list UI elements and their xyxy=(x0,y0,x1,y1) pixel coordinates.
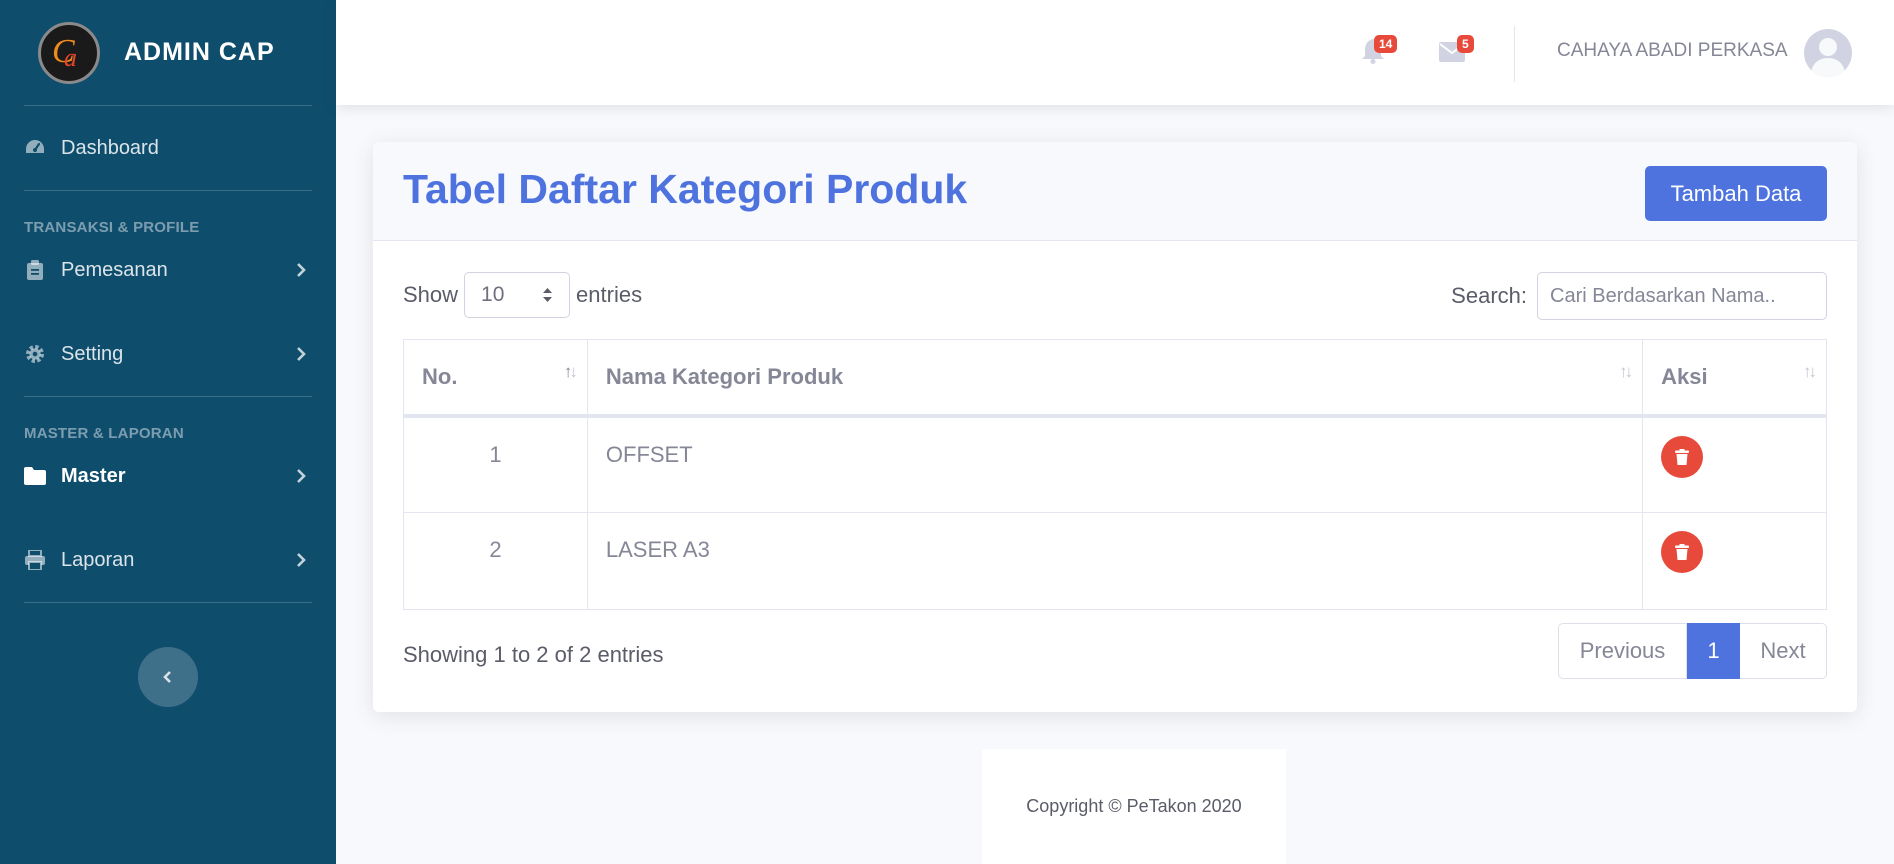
table-header-row: No. ↑↓ Nama Kategori Produk ↑↓ Aksi ↑↓ xyxy=(403,339,1827,418)
chevron-right-icon xyxy=(297,469,306,483)
pagination-previous[interactable]: Previous xyxy=(1558,623,1687,679)
sidebar-divider xyxy=(24,602,312,603)
sidebar-item-label: Dashboard xyxy=(61,136,159,159)
sidebar-item-dashboard[interactable]: Dashboard xyxy=(0,106,336,190)
table-row: 1 OFFSET xyxy=(403,415,1827,513)
sidebar-toggle-button[interactable] xyxy=(138,647,198,707)
search-label: Search: xyxy=(1451,283,1527,308)
brand-logo: Ca xyxy=(38,21,100,84)
table-search: Search: xyxy=(1451,272,1827,320)
printer-icon xyxy=(24,549,46,571)
column-header-nama[interactable]: Nama Kategori Produk ↑↓ xyxy=(586,339,1644,418)
column-header-label: No. xyxy=(422,363,458,389)
chevron-left-icon xyxy=(163,671,171,683)
card-header: Tabel Daftar Kategori Produk Tambah Data xyxy=(373,142,1857,241)
table-info: Showing 1 to 2 of 2 entries xyxy=(403,642,664,667)
table-row: 2 LASER A3 xyxy=(403,512,1827,610)
sidebar-item-label: Master xyxy=(61,464,126,487)
cell-actions xyxy=(1642,512,1827,610)
messages-badge: 5 xyxy=(1457,35,1474,53)
search-input[interactable] xyxy=(1537,272,1827,320)
user-avatar-icon xyxy=(1810,38,1846,77)
brand-name: ADMIN CAP xyxy=(124,38,275,66)
messages-button[interactable]: 5 xyxy=(1439,35,1474,67)
delete-button[interactable] xyxy=(1661,435,1704,478)
add-data-button[interactable]: Tambah Data xyxy=(1645,166,1827,221)
sidebar-brand[interactable]: Ca ADMIN CAP xyxy=(0,0,336,105)
sort-caret-icon xyxy=(543,288,553,302)
entries-label: entries xyxy=(576,282,643,307)
user-name[interactable]: CAHAYA ABADI PERKASA xyxy=(1557,40,1788,62)
sidebar-divider xyxy=(24,396,312,397)
sidebar: Ca ADMIN CAP Dashboard TRANSAKSI & PROFI… xyxy=(0,0,336,864)
column-header-no[interactable]: No. ↑↓ xyxy=(403,339,588,418)
delete-button[interactable] xyxy=(1661,531,1704,573)
pagination: Previous 1 Next xyxy=(1558,623,1827,679)
category-table: No. ↑↓ Nama Kategori Produk ↑↓ Aksi ↑↓ 1… xyxy=(403,339,1827,610)
trash-icon xyxy=(1675,448,1690,465)
entries-length-control: Show 10 entries xyxy=(403,272,642,318)
sidebar-item-label: Pemesanan xyxy=(61,258,168,281)
chevron-right-icon xyxy=(297,347,306,361)
gear-icon xyxy=(24,343,46,365)
pagination-next[interactable]: Next xyxy=(1740,623,1827,679)
entries-select-value: 10 xyxy=(481,283,505,306)
entries-select[interactable]: 10 xyxy=(464,272,571,318)
avatar[interactable] xyxy=(1804,29,1852,77)
sidebar-item-pemesanan[interactable]: Pemesanan xyxy=(0,228,336,312)
sidebar-item-setting[interactable]: Setting xyxy=(0,312,336,396)
column-header-label: Aksi xyxy=(1661,363,1708,389)
category-table-card: Tabel Daftar Kategori Produk Tambah Data… xyxy=(373,142,1857,712)
sidebar-divider xyxy=(24,190,312,191)
copyright-text: Copyright © PeTakon 2020 xyxy=(1026,796,1242,816)
show-label: Show xyxy=(403,282,459,307)
clipboard-icon xyxy=(24,259,46,281)
cell-actions xyxy=(1642,415,1827,513)
column-header-aksi[interactable]: Aksi ↑↓ xyxy=(1642,339,1827,418)
column-header-label: Nama Kategori Produk xyxy=(605,363,844,389)
folder-icon xyxy=(24,465,46,487)
cell-no: 1 xyxy=(403,415,588,513)
alerts-button[interactable]: 14 xyxy=(1361,35,1398,69)
cell-name: OFFSET xyxy=(586,415,1644,513)
cell-no: 2 xyxy=(403,512,588,610)
sidebar-item-laporan[interactable]: Laporan xyxy=(0,518,336,602)
alerts-badge: 14 xyxy=(1374,35,1398,53)
tachometer-icon xyxy=(24,137,46,159)
sidebar-item-master[interactable]: Master xyxy=(0,434,336,518)
sort-icon: ↑↓ xyxy=(1619,362,1633,381)
cell-name: LASER A3 xyxy=(586,512,1644,610)
topbar-divider xyxy=(1514,26,1515,82)
sidebar-item-label: Laporan xyxy=(61,548,135,571)
pagination-page-1[interactable]: 1 xyxy=(1687,623,1740,679)
footer: Copyright © PeTakon 2020 xyxy=(982,749,1286,864)
sort-icon: ↑↓ xyxy=(1803,362,1817,381)
page-title: Tabel Daftar Kategori Produk xyxy=(403,166,968,212)
chevron-right-icon xyxy=(297,263,306,277)
chevron-right-icon xyxy=(297,553,306,567)
topbar: 14 5 CAHAYA ABADI PERKASA xyxy=(336,0,1894,105)
sidebar-item-label: Setting xyxy=(61,342,124,365)
sort-icon: ↑↓ xyxy=(563,362,578,381)
trash-icon xyxy=(1675,544,1690,560)
